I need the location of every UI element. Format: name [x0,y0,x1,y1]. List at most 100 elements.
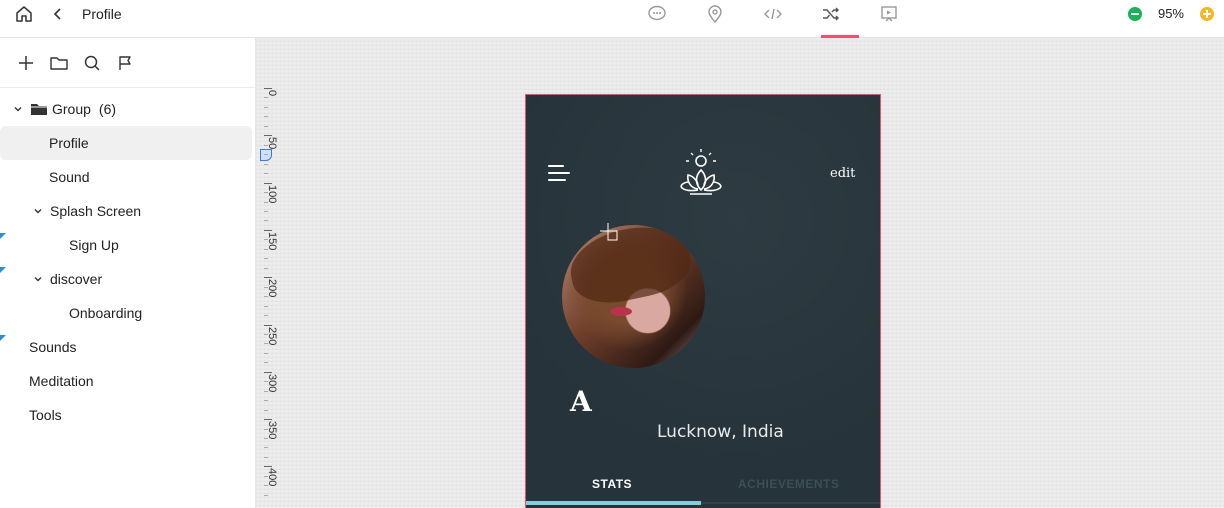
folder-icon [30,102,48,116]
ruler-tick [264,88,272,89]
tab-achievements[interactable]: ACHIEVEMENTS [738,477,839,491]
ruler-tick [264,494,268,496]
ruler-tick [264,106,268,108]
ruler-tick [264,447,268,449]
tree-item-sign-up[interactable]: Sign Up [0,228,252,262]
ruler-tick [264,362,268,364]
flag-marker-icon [0,335,6,341]
ruler-tick [264,324,272,326]
tree-item-label: Profile [49,135,89,151]
tree-item-label: Tools [29,407,62,423]
ruler-tick [264,173,268,175]
tab-interactions[interactable] [802,4,860,38]
ruler-tick [264,267,268,269]
ruler-tick [264,315,268,317]
ruler-label: 150 [266,231,278,251]
vertical-ruler: 0 50 100 150 200 250 300 350 400 [260,88,282,508]
ruler-tick [264,220,268,222]
back-chevron-icon[interactable] [48,4,68,24]
toolbar-left: Profile [14,4,122,24]
ruler-tick [264,210,268,212]
profile-screen-frame[interactable]: edit A Lucknow, India STATS ACHIEVEMENTS [525,94,881,508]
tree-item-discover[interactable]: discover [0,262,252,296]
ruler-label: 200 [266,279,278,298]
page-title: Profile [82,6,122,22]
tree-item-label: Sign Up [69,237,119,253]
ruler-label: 50 [266,137,278,150]
layers-sidebar: Group (6) Profile Sound Splash Screen Si… [0,38,256,508]
profile-name: A [570,385,592,418]
chevron-down-icon[interactable] [12,103,24,115]
folder-icon[interactable] [49,53,69,73]
tree-item-sounds[interactable]: Sounds [0,330,252,364]
tree-item-onboarding[interactable]: Onboarding [0,296,252,330]
hamburger-menu-icon[interactable] [548,165,570,183]
tab-location[interactable] [686,4,744,38]
sidebar-toolbar [0,38,255,88]
tree-item-profile[interactable]: Profile [0,126,252,160]
lotus-logo-icon [680,149,722,195]
tree-item-label: Meditation [29,373,94,389]
ruler-tick [264,371,272,373]
tree-item-splash-screen[interactable]: Splash Screen [0,194,252,228]
zoom-level: 95% [1157,6,1184,21]
tree-item-label: Onboarding [69,305,143,321]
ruler-tick [264,97,268,99]
tree-item-meditation[interactable]: Meditation [0,364,252,398]
tree-item-label: Sounds [29,339,77,355]
tree-item-count: (6) [98,101,117,117]
design-canvas[interactable]: 0 50 100 150 200 250 300 350 400 edit A Lucknow, [256,38,1224,508]
zoom-controls: 95% [1127,6,1214,21]
ruler-tick [264,229,272,231]
ruler-tick [264,163,268,165]
zoom-out-button[interactable] [1127,6,1142,21]
ruler-label: 0 [266,90,278,97]
preview-icon [881,6,897,22]
comment-icon [648,5,666,21]
location-pin-icon [708,5,722,24]
ruler-tick [264,125,268,127]
ruler-tick [264,419,272,421]
tab-preview[interactable] [860,4,918,38]
tree-item-label: Group [52,101,91,117]
ruler-tick [264,456,268,458]
flag-icon[interactable] [115,53,135,73]
profile-location: Lucknow, India [657,422,784,442]
tree-item-sound[interactable]: Sound [0,160,252,194]
ruler-tick [264,305,268,307]
code-icon [764,8,782,20]
ruler-tick [264,409,268,411]
active-tab-indicator [526,501,701,505]
top-toolbar: Profile 95% [0,0,1224,38]
ruler-label: 300 [266,373,278,393]
tree-item-label: discover [50,271,103,287]
tree-item-label: Sound [49,169,90,185]
edit-button[interactable]: edit [830,166,855,181]
avatar [562,225,705,368]
ruler-tick [264,116,268,118]
zoom-in-button[interactable] [1200,6,1214,21]
flag-marker-icon [0,233,6,239]
shuffle-icon [823,7,839,21]
ruler-tick [264,400,268,402]
home-icon[interactable] [14,4,34,24]
tab-code[interactable] [744,4,802,38]
chevron-down-icon[interactable] [32,273,44,285]
view-tabs [628,4,918,38]
tab-comments[interactable] [628,4,686,38]
ruler-tick [264,258,268,260]
plus-icon[interactable] [16,53,36,73]
chevron-down-icon[interactable] [32,205,44,217]
ruler-label: 100 [266,184,278,203]
ruler-tick [264,154,268,156]
profile-tabs: STATS ACHIEVEMENTS [526,475,880,508]
search-icon[interactable] [82,53,102,73]
ruler-tick [264,182,272,184]
tree-item-group[interactable]: Group (6) [0,92,252,126]
tab-stats[interactable]: STATS [592,477,632,491]
ruler-label: 250 [266,326,278,345]
tree-item-tools[interactable]: Tools [0,398,252,432]
ruler-tick [264,352,268,354]
crosshair-cursor-icon [600,223,618,241]
ruler-label: 350 [266,421,278,440]
